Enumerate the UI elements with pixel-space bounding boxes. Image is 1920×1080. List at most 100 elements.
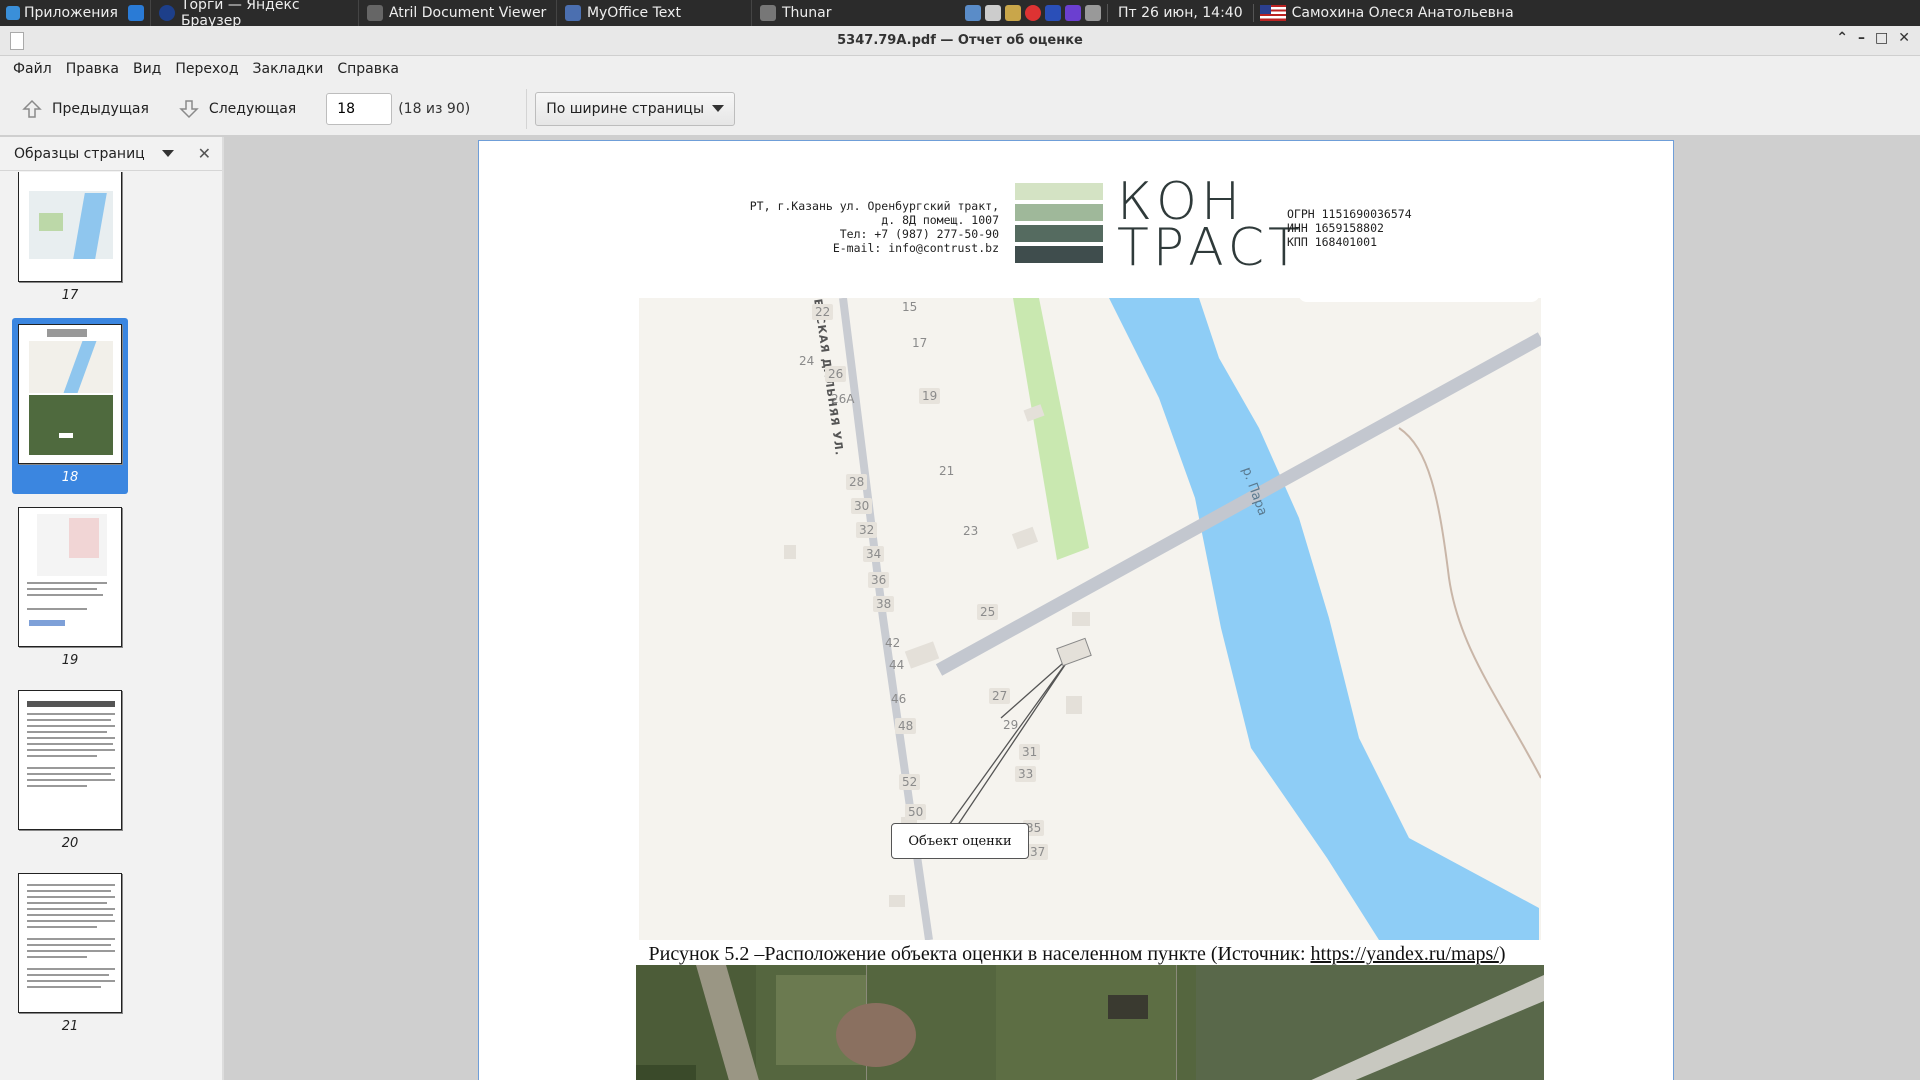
messenger-icon[interactable]	[1064, 5, 1081, 21]
location-map: ЕТСКАЯ ДАЛЬНЯЯ УЛ. р. Пара 22 15 17 24 2…	[639, 298, 1541, 940]
zoom-select[interactable]: По ширине страницы	[535, 91, 736, 126]
taskbar-task-atril[interactable]: Atril Document Viewer	[357, 0, 556, 26]
arrow-up-icon	[20, 97, 44, 121]
caption-close: )	[1498, 943, 1506, 965]
thumbnails-sidebar: Образцы страниц ✕ 17 18 19 20 21	[0, 137, 224, 1080]
house-number: 26	[825, 366, 847, 382]
address-line: РТ, г.Казань ул. Оренбургский тракт,	[749, 199, 999, 213]
close-icon[interactable]: ✕	[198, 144, 211, 163]
menu-bookmarks[interactable]: Закладки	[246, 61, 331, 77]
house-number: 29	[1003, 718, 1019, 732]
thumbnail-image	[18, 873, 122, 1013]
user-menu[interactable]: Самохина Олеся Анатольевна	[1254, 5, 1520, 21]
house-number: 44	[889, 658, 905, 672]
thumbnail-label: 21	[61, 1019, 79, 1034]
thumbnail-label: 19	[61, 653, 79, 668]
taskbar-task-myoffice[interactable]: MyOffice Text	[555, 0, 751, 26]
minimize-icon[interactable]: –	[1858, 30, 1865, 46]
house-number: 24	[799, 354, 815, 368]
thumbnail-list[interactable]: 17 18 19 20 21	[0, 172, 222, 1080]
menu-help[interactable]: Справка	[330, 61, 406, 77]
network-icon[interactable]	[964, 5, 981, 21]
sidebar-title[interactable]: Образцы страниц	[14, 146, 162, 162]
toolbar: Предыдущая Следующая (18 из 90) По ширин…	[0, 82, 1920, 136]
menu-bar: Файл Правка Вид Переход Закладки Справка	[0, 56, 1920, 82]
house-number: 52	[899, 774, 921, 790]
kpp: КПП 168401001	[1287, 235, 1378, 249]
sidebar-scrollbar[interactable]	[222, 137, 224, 1080]
thumbnail-page-18[interactable]: 18	[12, 318, 128, 494]
caption-source-link[interactable]: https://yandex.ru/maps/	[1311, 943, 1499, 965]
close-icon[interactable]: ✕	[1898, 30, 1910, 46]
previous-label: Предыдущая	[52, 100, 149, 117]
user-name: Самохина Олеся Анатольевна	[1291, 5, 1514, 21]
logo-bar	[1015, 183, 1103, 200]
house-number: 22	[812, 304, 834, 320]
next-page-button[interactable]: Следующая	[169, 89, 304, 129]
map-graphics	[639, 298, 1541, 940]
thumbnail-page-17[interactable]: 17	[12, 172, 128, 312]
maximize-icon[interactable]: □	[1875, 30, 1888, 46]
atril-icon	[366, 5, 383, 21]
house-number: 28	[846, 474, 868, 490]
task-label: Thunar	[781, 5, 832, 21]
taskbar-task-browser[interactable]: Торги — Яндекс Браузер	[149, 0, 358, 29]
ogrn: ОГРН 1151690036574	[1287, 207, 1412, 221]
antivirus-icon[interactable]	[1024, 5, 1041, 21]
window-controls: ⌃ – □ ✕	[1836, 30, 1910, 46]
house-number: 17	[912, 336, 928, 350]
house-number: 15	[902, 300, 918, 314]
document-icon	[10, 32, 24, 50]
thumbnail-image	[18, 324, 122, 464]
keyboard-layout-flag-icon[interactable]	[1259, 5, 1286, 21]
logo-bar	[1015, 204, 1103, 221]
thumbnail-image	[18, 690, 122, 830]
chevron-down-icon[interactable]	[161, 150, 174, 157]
company-registration: ОГРН 1151690036574 ИНН 1659158802 КПП 16…	[1287, 207, 1412, 249]
taskbar: Приложения Торги — Яндекс Браузер Atril …	[0, 0, 1920, 29]
applications-menu[interactable]: Приложения	[0, 0, 150, 26]
taskbar-task-thunar[interactable]: Thunar	[750, 0, 951, 26]
thumbnail-page-19[interactable]: 19	[12, 501, 128, 677]
system-tray	[959, 0, 1107, 26]
notes-icon[interactable]	[1084, 5, 1101, 21]
arrow-down-icon	[177, 97, 201, 121]
company-logo-text: КОН ТРАСТ	[1117, 176, 1304, 274]
zoom-label: По ширине страницы	[546, 100, 705, 117]
house-number: 32	[856, 522, 878, 538]
myoffice-icon	[564, 5, 581, 21]
house-number: 48	[895, 718, 917, 734]
clipboard-icon[interactable]	[1004, 5, 1021, 21]
house-number: 26А	[831, 392, 855, 406]
applications-label: Приложения	[24, 5, 118, 21]
settings-icon[interactable]	[127, 5, 144, 21]
toolbar-separator	[526, 88, 528, 129]
thumbnail-label: 17	[61, 288, 79, 303]
map-callout: Объект оценки	[891, 823, 1029, 859]
display-icon[interactable]	[984, 5, 1001, 21]
yandex-icon[interactable]	[1044, 5, 1061, 21]
menu-go[interactable]: Переход	[168, 61, 245, 77]
house-number: 25	[977, 604, 999, 620]
logo-bar	[1015, 246, 1103, 263]
chevron-down-icon	[712, 105, 725, 112]
house-number: 33	[1015, 766, 1037, 782]
thumbnail-page-21[interactable]: 21	[12, 867, 128, 1043]
thumbnail-label: 20	[61, 836, 79, 851]
clock[interactable]: Пт 26 июн, 14:40	[1106, 4, 1254, 22]
satellite-photo	[636, 965, 1544, 1080]
page-number-input[interactable]	[326, 92, 393, 125]
task-label: MyOffice Text	[586, 5, 681, 21]
task-label: Торги — Яндекс Браузер	[180, 0, 300, 29]
next-label: Следующая	[208, 100, 297, 117]
menu-edit[interactable]: Правка	[59, 61, 126, 77]
thumbnail-page-20[interactable]: 20	[12, 684, 128, 860]
logo-bar	[1015, 225, 1103, 242]
document-view[interactable]: РТ, г.Казань ул. Оренбургский тракт, д. …	[225, 137, 1920, 1080]
menu-file[interactable]: Файл	[6, 61, 59, 77]
roll-up-icon[interactable]: ⌃	[1836, 30, 1848, 46]
menu-view[interactable]: Вид	[126, 61, 168, 77]
house-number: 19	[919, 388, 941, 404]
window-title: 5347.79A.pdf — Отчет об оценке	[837, 33, 1083, 48]
previous-page-button[interactable]: Предыдущая	[12, 89, 157, 129]
